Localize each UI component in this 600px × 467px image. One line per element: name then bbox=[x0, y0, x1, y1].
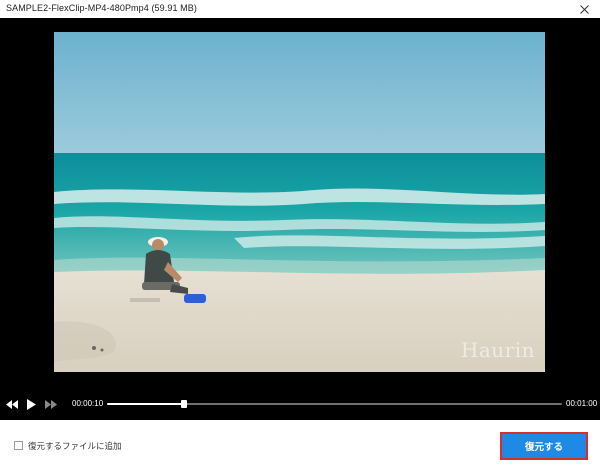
current-time: 00:00:10 bbox=[72, 399, 104, 408]
play-button[interactable] bbox=[23, 396, 39, 412]
playback-controls: 00:00:10 00:01:00 bbox=[0, 392, 600, 416]
fast-forward-button[interactable] bbox=[43, 396, 59, 412]
video-frame[interactable]: Haurin bbox=[54, 32, 545, 372]
video-player: Haurin 00:00:10 00:01:00 bbox=[0, 18, 600, 420]
restore-button[interactable]: 復元する bbox=[500, 432, 588, 460]
play-icon bbox=[26, 398, 36, 410]
rewind-button[interactable] bbox=[4, 396, 20, 412]
add-to-restore-label: 復元するファイルに追加 bbox=[28, 441, 122, 451]
total-time: 00:01:00 bbox=[566, 399, 598, 408]
seek-bar-progress bbox=[107, 403, 185, 405]
add-to-restore-checkbox[interactable] bbox=[14, 441, 23, 450]
rewind-icon bbox=[6, 399, 18, 409]
video-watermark: Haurin bbox=[460, 338, 535, 362]
footer: 復元するファイルに追加 復元する bbox=[0, 420, 600, 467]
window-title: SAMPLE2-FlexClip-MP4-480Pmp4 (59.91 MB) bbox=[6, 3, 197, 13]
close-button[interactable] bbox=[576, 1, 592, 17]
fast-forward-icon bbox=[45, 399, 57, 409]
close-icon bbox=[579, 4, 589, 14]
seek-bar[interactable] bbox=[107, 400, 562, 408]
seek-bar-thumb[interactable] bbox=[181, 400, 188, 408]
video-image bbox=[54, 32, 545, 372]
title-bar: SAMPLE2-FlexClip-MP4-480Pmp4 (59.91 MB) bbox=[0, 0, 600, 18]
